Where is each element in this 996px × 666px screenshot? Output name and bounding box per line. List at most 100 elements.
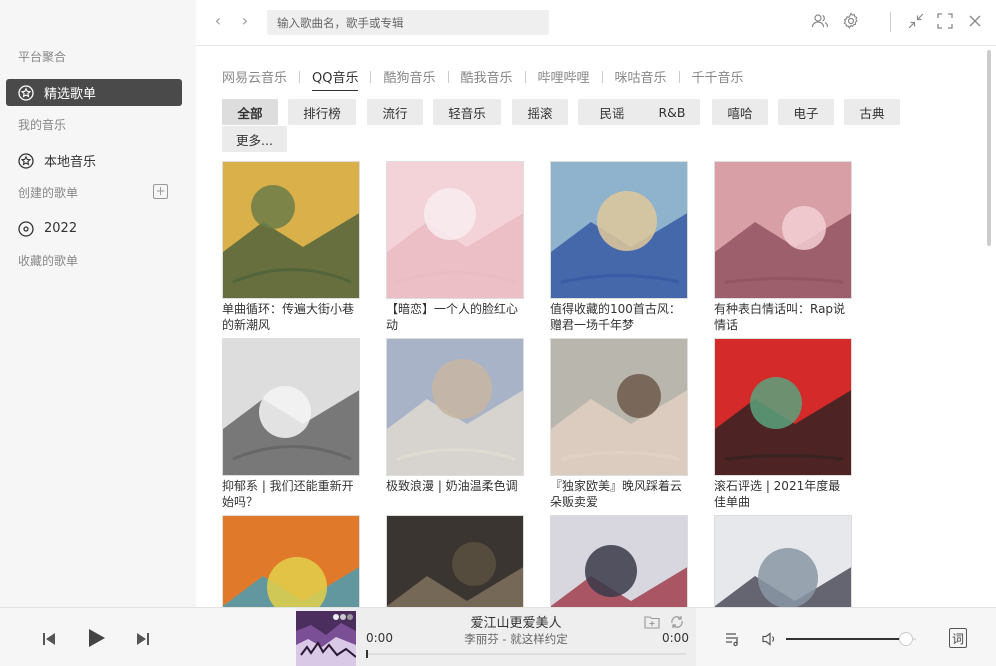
album-art[interactable] (296, 611, 356, 666)
star-circle-icon (18, 152, 34, 169)
playlist-title[interactable]: 值得收藏的100首古风： 赠君一场千年梦 (550, 301, 688, 335)
search-input[interactable] (267, 10, 549, 35)
tab-separator (299, 71, 301, 83)
category-chip[interactable]: 轻音乐 (433, 99, 501, 125)
playlist-cover[interactable] (222, 338, 360, 476)
time-total: 0:00 (662, 631, 689, 645)
category-chip[interactable]: 电子 (778, 99, 834, 125)
playlist-card[interactable] (222, 515, 360, 607)
playlist-card[interactable] (550, 515, 688, 607)
playlist-title[interactable]: 单曲循环：传遍大街小巷的新潮风 (222, 301, 360, 335)
add-to-folder-icon[interactable] (644, 614, 660, 630)
tab-separator (678, 71, 680, 83)
category-chip[interactable]: 流行 (367, 99, 423, 125)
playlist-cover[interactable] (550, 515, 688, 607)
playlist-queue-icon[interactable] (724, 630, 742, 648)
song-artist: 李丽芬 - 就这样约定 (464, 632, 568, 646)
playlist-title[interactable]: 滚石评选 | 2021年度最佳单曲 (714, 478, 852, 512)
play-button[interactable] (84, 626, 108, 650)
playlist-card[interactable]: 【暗恋】一个人的脸红心动 (386, 161, 524, 335)
playlist-card[interactable]: 极致浪漫 | 奶油温柔色调 (386, 338, 524, 512)
playlist-title[interactable]: 『独家欧美』晚风踩着云朵贩卖爱 (550, 478, 688, 512)
category-chip[interactable]: 排行榜 (288, 99, 356, 125)
tab-separator (601, 71, 603, 83)
forward-arrow-icon[interactable]: › (237, 12, 253, 30)
tab-separator (447, 71, 449, 83)
category-chip[interactable]: R&B (644, 99, 700, 125)
volume-icon[interactable] (760, 630, 778, 648)
playlist-title[interactable]: 有种表白情话叫：Rap说情话 (714, 301, 852, 335)
previous-track-icon[interactable] (40, 630, 58, 648)
content-scrollbar[interactable] (987, 50, 991, 246)
volume-slider[interactable] (786, 638, 916, 640)
sidebar-item-local-music[interactable]: 本地音乐 (6, 147, 182, 174)
sidebar-item-label: 精选歌单 (44, 87, 97, 102)
toolbar-divider (890, 12, 891, 32)
gear-icon[interactable] (842, 12, 860, 30)
source-tab[interactable]: 酷狗音乐 (383, 67, 435, 91)
sidebar: 平台聚合 精选歌单 我的音乐 本地音乐 创建的歌单 + 2022 收藏的歌单 (0, 0, 196, 607)
source-tab[interactable]: QQ音乐 (312, 67, 359, 91)
playlist-cover[interactable] (222, 161, 360, 299)
volume-handle[interactable] (898, 632, 913, 646)
source-tab[interactable]: 网易云音乐 (222, 67, 287, 91)
tab-separator (524, 71, 526, 83)
player-bar: 0:00 爱江山更爱美人 李丽芬 - 就这样约定 0:00 词 (0, 607, 996, 666)
source-tab[interactable]: 哔哩哔哩 (538, 67, 590, 91)
section-favorited: 收藏的歌单 (18, 254, 79, 268)
source-tab[interactable]: 咪咕音乐 (615, 67, 667, 91)
playlist-card[interactable]: 值得收藏的100首古风： 赠君一场千年梦 (550, 161, 688, 335)
lyrics-button[interactable]: 词 (949, 628, 967, 648)
playlist-title[interactable]: 【暗恋】一个人的脸红心动 (386, 301, 524, 335)
disc-icon (18, 220, 34, 237)
playlist-cover[interactable] (714, 515, 852, 607)
main-content: 网易云音乐 QQ音乐 酷狗音乐 酷我音乐 哔哩哔哩 咪咕音乐 千千音乐 全部 排行榜 流行 轻音乐… (196, 47, 985, 607)
sidebar-item-2022[interactable]: 2022 (6, 215, 182, 242)
playlist-cover[interactable] (386, 515, 524, 607)
playlist-title[interactable]: 极致浪漫 | 奶油温柔色调 (386, 478, 524, 512)
add-playlist-button[interactable]: + (153, 184, 168, 199)
time-current: 0:00 (366, 631, 393, 645)
playlist-card[interactable]: 抑郁系 | 我们还能重新开始吗？ (222, 338, 360, 512)
now-playing: 0:00 爱江山更爱美人 李丽芬 - 就这样约定 0:00 (296, 608, 696, 666)
playlist-card[interactable]: 滚石评选 | 2021年度最佳单曲 (714, 338, 852, 512)
close-icon[interactable] (966, 12, 984, 30)
playlist-cover[interactable] (386, 161, 524, 299)
playlist-card[interactable]: 单曲循环：传遍大街小巷的新潮风 (222, 161, 360, 335)
playlist-card[interactable]: 有种表白情话叫：Rap说情话 (714, 161, 852, 335)
progress-handle[interactable] (366, 650, 368, 658)
category-chip[interactable]: 摇滚 (512, 99, 568, 125)
sidebar-item-featured[interactable]: 精选歌单 (6, 79, 182, 106)
category-chip[interactable]: 全部 (222, 99, 278, 125)
playlist-card[interactable] (386, 515, 524, 607)
fullscreen-icon[interactable] (936, 12, 954, 30)
playlist-cover[interactable] (222, 515, 360, 607)
user-icon[interactable] (811, 12, 829, 30)
source-tabs: 网易云音乐 QQ音乐 酷狗音乐 酷我音乐 哔哩哔哩 咪咕音乐 千千音乐 (222, 67, 744, 91)
playlist-title[interactable]: 抑郁系 | 我们还能重新开始吗？ (222, 478, 360, 512)
category-chip[interactable]: 古典 (844, 99, 900, 125)
playlist-card[interactable] (714, 515, 852, 607)
loop-icon[interactable] (669, 614, 685, 630)
playlist-cover[interactable] (714, 338, 852, 476)
category-chip[interactable]: 民谣 (578, 99, 646, 125)
minimize-icon[interactable] (907, 12, 925, 30)
playlist-cover[interactable] (714, 161, 852, 299)
progress-bar[interactable] (366, 653, 686, 655)
top-bar: ‹ › (196, 0, 996, 46)
source-tab[interactable]: 千千音乐 (692, 67, 744, 91)
next-track-icon[interactable] (134, 630, 152, 648)
song-title: 爱江山更爱美人 (470, 616, 562, 631)
playlist-card[interactable]: 『独家欧美』晚风踩着云朵贩卖爱 (550, 338, 688, 512)
source-tab[interactable]: 酷我音乐 (461, 67, 513, 91)
section-platform: 平台聚合 (18, 50, 67, 64)
playlist-cover[interactable] (550, 338, 688, 476)
app-window: 平台聚合 精选歌单 我的音乐 本地音乐 创建的歌单 + 2022 收藏的歌单 ‹… (0, 0, 996, 666)
tab-separator (370, 71, 372, 83)
category-chip[interactable]: 更多... (222, 126, 287, 152)
section-created: 创建的歌单 (18, 186, 79, 200)
playlist-cover[interactable] (386, 338, 524, 476)
category-chip[interactable]: 嘻哈 (712, 99, 768, 125)
back-arrow-icon[interactable]: ‹ (210, 12, 226, 30)
playlist-cover[interactable] (550, 161, 688, 299)
